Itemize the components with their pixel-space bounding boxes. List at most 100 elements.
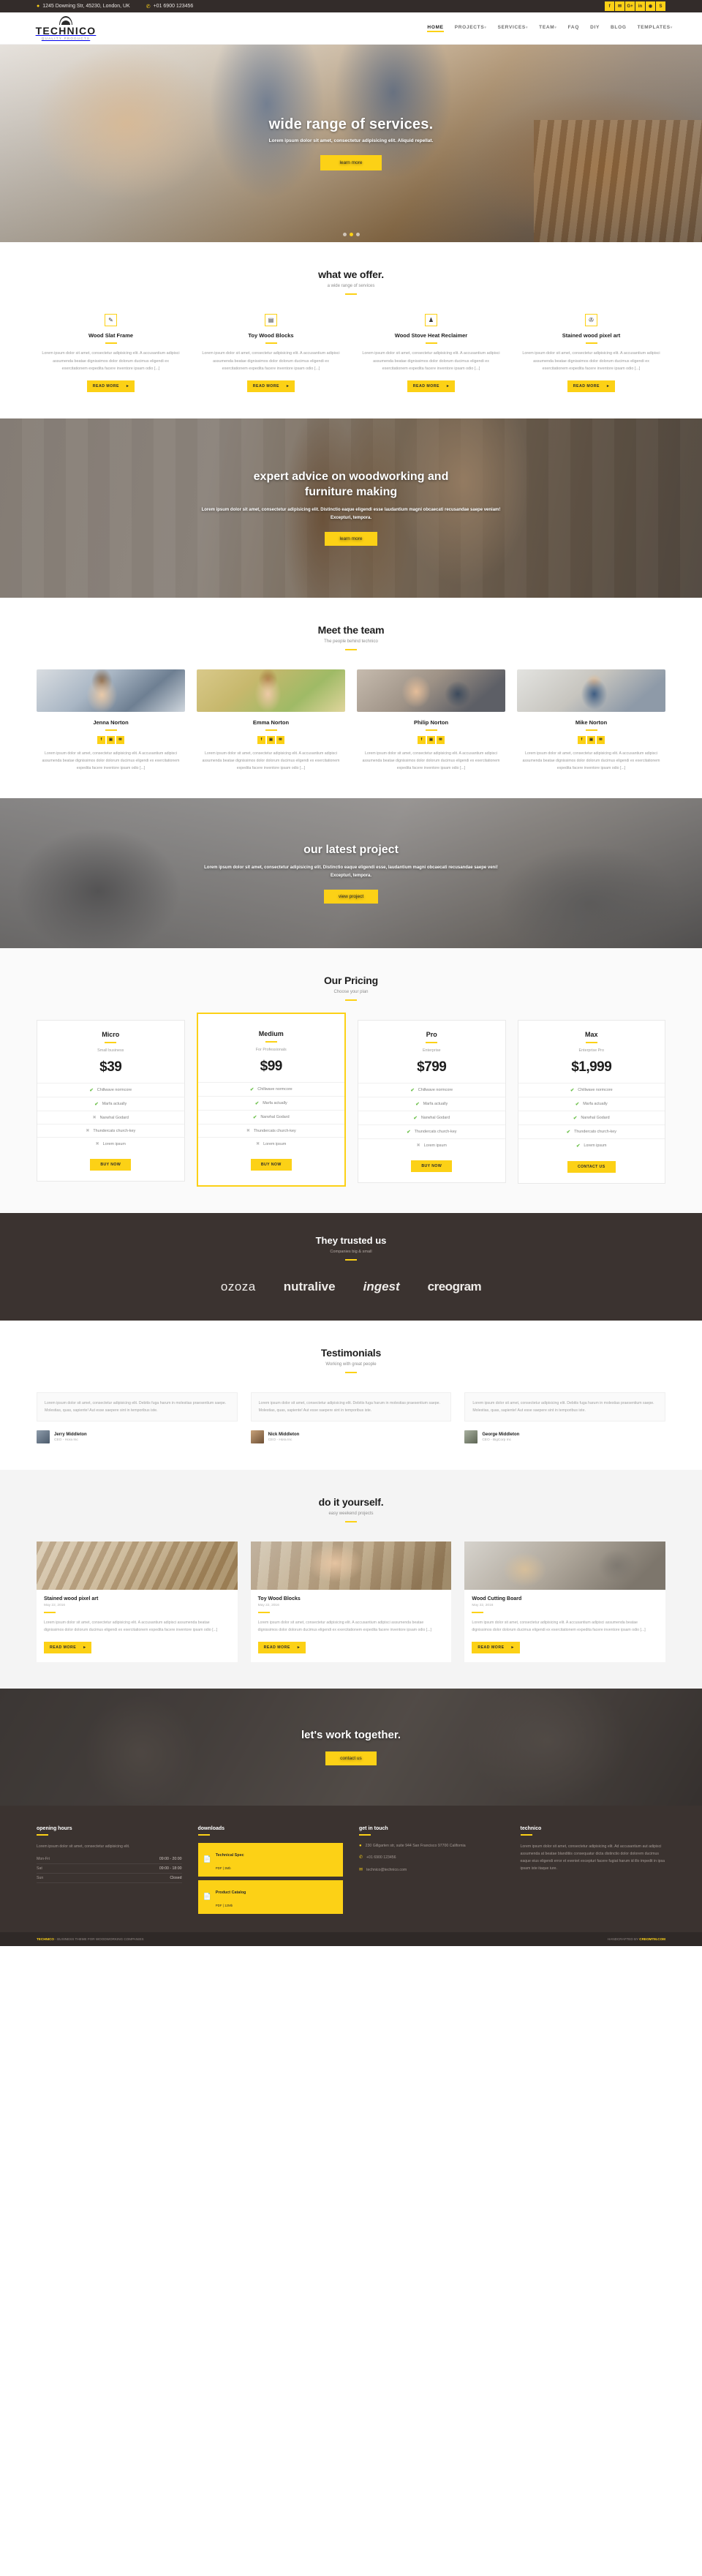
facebook-icon[interactable]: f xyxy=(97,735,105,744)
team-member[interactable]: Emma Norton f ▣ ✉ Lorem ipsum dolor sit … xyxy=(197,669,345,772)
facebook-icon[interactable]: f xyxy=(418,735,426,744)
nav-item-team[interactable]: TEAM▾ xyxy=(539,25,556,32)
map-pin-icon: ● xyxy=(359,1843,362,1848)
service-card[interactable]: ✎ Wood Slat Frame Lorem ipsum dolor sit … xyxy=(37,314,185,392)
google-plus-icon[interactable]: G+ xyxy=(625,1,635,11)
service-read-more-button[interactable]: READ MORE ▸ xyxy=(86,380,135,392)
check-icon: ✔ xyxy=(407,1130,411,1135)
post-read-more-button[interactable]: READ MORE ▸ xyxy=(472,1641,520,1653)
copyright-right: HANDCRAFTED BY CREOMTM.COM xyxy=(608,1937,665,1941)
topbar-phone[interactable]: ✆ +01 6900 123456 xyxy=(146,4,194,10)
plan-buy-button[interactable]: BUY NOW xyxy=(250,1159,292,1171)
post-read-more-button[interactable]: READ MORE ▸ xyxy=(257,1641,306,1653)
advice-title-line2: furniture making xyxy=(304,486,398,499)
nav-item-templates[interactable]: TEMPLATES▾ xyxy=(638,25,673,32)
advice-learn-more-button[interactable]: learn more xyxy=(325,531,377,546)
testimonial-card: Lorem ipsum dolor sit amet, consectetur … xyxy=(250,1392,452,1444)
plan-buy-button[interactable]: BUY NOW xyxy=(411,1160,453,1173)
nav-item-diy[interactable]: DIY xyxy=(590,25,600,32)
testimonials-grid: Lorem ipsum dolor sit amet, consectetur … xyxy=(37,1392,666,1444)
team-member-bio: Lorem ipsum dolor sit amet, consectetur … xyxy=(42,751,180,770)
testimonial-role: CEO - Hora Inc xyxy=(268,1438,292,1442)
credit-link[interactable]: CREOMTM.COM xyxy=(639,1937,665,1941)
plan-contact-button[interactable]: CONTACT US xyxy=(567,1161,616,1174)
plan-price: $39 xyxy=(99,1059,122,1075)
instagram-icon[interactable]: ▣ xyxy=(107,735,115,744)
facebook-icon[interactable]: f xyxy=(257,735,265,744)
twitter-icon[interactable]: ✉ xyxy=(615,1,624,11)
service-read-more-button[interactable]: READ MORE ▸ xyxy=(567,380,616,392)
clients-section: They trusted us Companies big & small oz… xyxy=(0,1213,702,1321)
pricing-plan-max[interactable]: Max Enterprise Pro $1,999 ✔ Chillwave nor… xyxy=(517,1020,665,1184)
nav-item-projects[interactable]: PROJECTS▾ xyxy=(455,25,487,32)
download-product-catalog-button[interactable]: 📄 Product Catalog PDF | 12Mb xyxy=(197,1880,343,1914)
divider xyxy=(520,1833,532,1836)
service-card[interactable]: ✇ Stained wood pixel art Lorem ipsum dol… xyxy=(517,314,665,392)
divider xyxy=(265,729,277,731)
cta-contact-button[interactable]: contact us xyxy=(325,1751,377,1765)
pricing-plan-pro[interactable]: Pro Enterprise $799 ✔ Chillwave normcore … xyxy=(358,1020,506,1184)
plan-feature: ✔ Narwhal Godard xyxy=(358,1111,505,1124)
instagram-icon[interactable]: ▣ xyxy=(267,735,275,744)
download-technical-spec-button[interactable]: 📄 Technical Spec PDF | 3Mb xyxy=(197,1842,343,1877)
team-member[interactable]: Jenna Norton f ▣ ✉ Lorem ipsum dolor sit… xyxy=(37,669,185,772)
divider xyxy=(345,1521,357,1523)
service-card[interactable]: ▤ Toy Wood Blocks Lorem ipsum dolor sit … xyxy=(197,314,345,392)
facebook-icon[interactable]: f xyxy=(605,1,614,11)
testimonial-author: Jerry Middleton xyxy=(54,1432,87,1437)
twitter-icon[interactable]: ✉ xyxy=(597,735,605,744)
service-read-more-button[interactable]: READ MORE ▸ xyxy=(407,380,456,392)
avatar xyxy=(517,669,665,712)
service-card[interactable]: ♟ Wood Stove Heat Reclaimer Lorem ipsum … xyxy=(357,314,505,392)
service-title: Wood Slat Frame xyxy=(88,332,134,339)
view-project-button[interactable]: view project xyxy=(323,889,379,904)
copyright-text: - BUSINESS THEME FOR WOODWORKING COMPANI… xyxy=(54,1937,144,1941)
check-icon: ✔ xyxy=(415,1102,420,1108)
team-member[interactable]: Philip Norton f ▣ ✉ Lorem ipsum dolor si… xyxy=(357,669,505,772)
footer-contact-column: get in touch ● 230 Gillgarten str, suite… xyxy=(359,1826,505,1918)
copyright-brand: TECHNICO xyxy=(37,1937,54,1941)
nav-item-faq[interactable]: FAQ xyxy=(568,25,579,32)
instagram-icon[interactable]: ▣ xyxy=(587,735,595,744)
slider-dot-3[interactable] xyxy=(355,233,360,236)
instagram-icon[interactable]: ▣ xyxy=(427,735,435,744)
diy-post-card[interactable]: Wood Cutting Board May 22, 2016 Lorem ip… xyxy=(464,1542,666,1662)
footer-phone[interactable]: ✆ +01 6900 123456 xyxy=(359,1855,505,1862)
twitter-icon[interactable]: ✉ xyxy=(437,735,445,744)
nav-item-services[interactable]: SERVICES▾ xyxy=(498,25,529,32)
diy-post-card[interactable]: Toy Wood Blocks May 22, 2016 Lorem ipsum… xyxy=(250,1542,452,1662)
linkedin-icon[interactable]: in xyxy=(635,1,645,11)
testimonial-role: CEO - BigCorp Inc xyxy=(482,1438,512,1442)
post-title: Toy Wood Blocks xyxy=(257,1596,301,1602)
pricing-plan-micro[interactable]: Micro Small business $39 ✔ Chillwave norm… xyxy=(37,1020,185,1182)
slider-dot-1[interactable] xyxy=(342,233,347,236)
divider xyxy=(44,1612,56,1614)
divider xyxy=(105,1042,117,1044)
twitter-icon[interactable]: ✉ xyxy=(276,735,284,744)
nav-item-blog[interactable]: BLOG xyxy=(611,25,627,32)
team-member[interactable]: Mike Norton f ▣ ✉ Lorem ipsum dolor sit … xyxy=(517,669,665,772)
plan-buy-button[interactable]: BUY NOW xyxy=(90,1159,132,1171)
service-read-more-button[interactable]: READ MORE ▸ xyxy=(246,380,295,392)
service-title: Stained wood pixel art xyxy=(562,332,621,339)
top-bar: ● 1245 Downing Str, 45230, London, UK ✆ … xyxy=(0,0,702,12)
footer-email[interactable]: ✉ technico@technico.com xyxy=(359,1867,505,1874)
testimonials-subtitle: Working with great people xyxy=(325,1362,377,1367)
slider-dot-2[interactable] xyxy=(349,233,353,236)
nav-item-home[interactable]: HOME xyxy=(427,25,445,32)
service-title: Toy Wood Blocks xyxy=(248,332,294,339)
diy-post-card[interactable]: Stained wood pixel art May 22, 2016 Lore… xyxy=(37,1542,238,1662)
dribbble-icon[interactable]: ◉ xyxy=(646,1,655,11)
skype-icon[interactable]: S xyxy=(656,1,665,11)
team-subtitle: The people behind technico xyxy=(324,639,378,644)
pricing-plan-medium[interactable]: Medium For Professionals $99 ✔ Chillwave … xyxy=(196,1013,346,1187)
plan-feature: ✔ Chillwave normcore xyxy=(37,1083,184,1097)
post-read-more-button[interactable]: READ MORE ▸ xyxy=(44,1641,92,1653)
twitter-icon[interactable]: ✉ xyxy=(116,735,124,744)
team-member-name: Jenna Norton xyxy=(93,718,129,726)
facebook-icon[interactable]: f xyxy=(578,735,586,744)
map-pin-icon: ● xyxy=(37,4,40,9)
cross-icon: ✖ xyxy=(416,1144,420,1149)
hero-learn-more-button[interactable]: learn more xyxy=(320,154,382,170)
site-logo[interactable]: TECHNICO QUALITY PRODUCTS xyxy=(22,16,110,40)
